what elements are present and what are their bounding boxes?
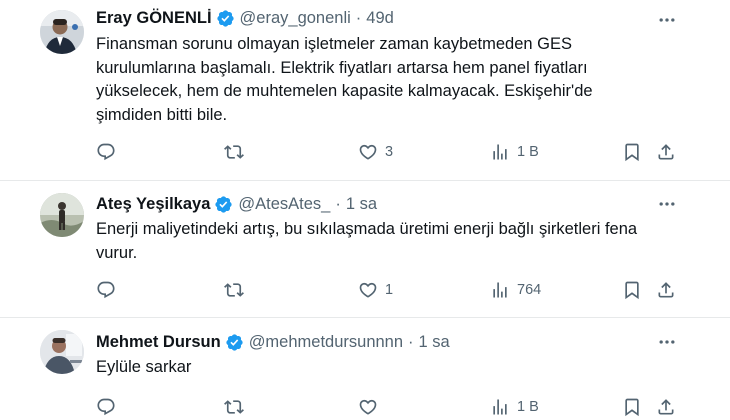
retweet-icon <box>224 283 244 297</box>
more-icon <box>659 202 675 206</box>
like-button[interactable] <box>358 395 378 419</box>
bookmark-button[interactable] <box>622 140 642 164</box>
views-count: 764 <box>517 282 542 298</box>
bookmark-icon <box>625 398 639 417</box>
heart-icon <box>359 399 377 415</box>
author-name[interactable]: Ateş Yeşilkaya <box>96 193 210 215</box>
separator-dot: · <box>408 333 414 351</box>
tweet-header: Eray GÖNENLİ @eray_gonenli · 49d <box>96 7 394 29</box>
action-bar: 3 1 B <box>0 140 730 164</box>
views-button[interactable]: 1 B <box>490 140 539 164</box>
share-icon <box>658 399 674 415</box>
author-name[interactable]: Eray GÖNENLİ <box>96 7 212 29</box>
more-icon <box>659 340 675 344</box>
author-name[interactable]: Mehmet Dursun <box>96 331 221 353</box>
more-options-button[interactable] <box>656 331 678 353</box>
views-icon <box>493 282 507 298</box>
tweet-header: Ateş Yeşilkaya @AtesAtes_ · 1 sa <box>96 193 377 215</box>
reply-icon <box>97 143 115 161</box>
retweet-button[interactable] <box>224 140 244 164</box>
retweet-icon <box>224 145 244 159</box>
heart-icon <box>359 282 377 298</box>
reply-icon <box>97 281 115 299</box>
more-icon <box>659 18 675 22</box>
verified-badge-icon <box>215 195 232 213</box>
tweet-2[interactable]: Ateş Yeşilkaya @AtesAtes_ · 1 sa Enerji … <box>0 181 730 317</box>
retweet-button[interactable] <box>224 395 244 419</box>
views-button[interactable]: 764 <box>490 278 541 302</box>
like-count: 1 <box>385 282 394 298</box>
like-count: 3 <box>385 144 394 160</box>
action-bar: 1 764 <box>0 278 730 302</box>
timestamp[interactable]: 1 sa <box>346 193 377 215</box>
heart-icon <box>359 144 377 160</box>
share-button[interactable] <box>656 140 676 164</box>
share-button[interactable] <box>656 278 676 302</box>
separator-dot: · <box>355 9 362 27</box>
avatar[interactable] <box>40 193 84 237</box>
reply-button[interactable] <box>96 395 116 419</box>
tweet-header: Mehmet Dursun @mehmetdursunnnn · 1 sa <box>96 331 450 353</box>
like-button[interactable]: 1 <box>358 278 393 302</box>
tweet-text: Eylüle sarkar <box>96 358 192 376</box>
bookmark-button[interactable] <box>622 278 642 302</box>
like-button[interactable]: 3 <box>358 140 393 164</box>
retweet-button[interactable] <box>224 278 244 302</box>
share-icon <box>658 282 674 298</box>
verified-badge-icon <box>216 9 234 27</box>
action-bar: 1 B <box>0 395 730 419</box>
reply-button[interactable] <box>96 140 116 164</box>
bookmark-button[interactable] <box>622 395 642 419</box>
reply-button[interactable] <box>96 278 116 302</box>
share-icon <box>658 144 674 160</box>
verified-badge-icon <box>226 333 243 351</box>
tweet-3[interactable]: Mehmet Dursun @mehmetdursunnnn · 1 sa Ey… <box>0 318 730 420</box>
author-handle[interactable]: @mehmetdursunnnn <box>249 331 403 353</box>
more-options-button[interactable] <box>656 9 678 31</box>
tweet-text: Finansman sorunu olmayan işletmeler zama… <box>96 35 593 124</box>
views-icon <box>493 144 507 160</box>
timestamp[interactable]: 1 sa <box>419 331 450 353</box>
tweet-text: Enerji maliyetindeki artış, bu sıkılaşma… <box>96 220 638 262</box>
bookmark-icon <box>625 281 639 300</box>
bookmark-icon <box>625 143 639 162</box>
avatar[interactable] <box>40 330 84 374</box>
reply-icon <box>97 398 115 416</box>
share-button[interactable] <box>656 395 676 419</box>
views-count: 1 B <box>517 399 539 415</box>
separator-dot: · <box>335 195 341 213</box>
more-options-button[interactable] <box>656 193 678 215</box>
views-count: 1 B <box>517 144 539 160</box>
tweet-1[interactable]: Eray GÖNENLİ @eray_gonenli · 49d Finansm… <box>0 0 730 180</box>
author-handle[interactable]: @AtesAtes_ <box>238 193 330 215</box>
avatar[interactable] <box>40 10 84 54</box>
retweet-icon <box>224 400 244 414</box>
views-icon <box>493 399 507 415</box>
views-button[interactable]: 1 B <box>490 395 539 419</box>
author-handle[interactable]: @eray_gonenli <box>240 7 351 29</box>
timestamp[interactable]: 49d <box>366 7 394 29</box>
